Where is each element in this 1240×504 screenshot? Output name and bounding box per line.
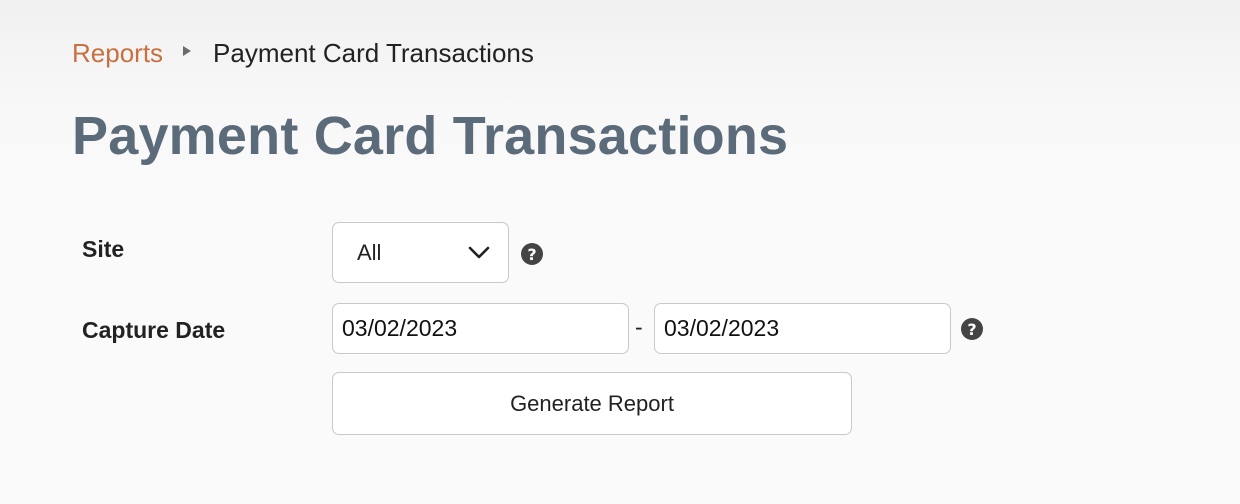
breadcrumb-reports-link[interactable]: Reports	[72, 38, 163, 69]
site-help-icon[interactable]: ?	[521, 243, 543, 265]
chevron-down-icon	[468, 246, 490, 258]
site-label: Site	[82, 236, 125, 262]
capture-date-help-icon[interactable]: ?	[961, 318, 983, 340]
capture-date-to-input[interactable]	[654, 303, 951, 354]
generate-report-button[interactable]: Generate Report	[332, 372, 852, 435]
date-range-separator: -	[635, 314, 643, 340]
capture-date-label: Capture Date	[82, 317, 226, 343]
breadcrumb: Reports Payment Card Transactions	[72, 36, 534, 70]
breadcrumb-current: Payment Card Transactions	[213, 37, 534, 68]
site-select-value: All	[357, 239, 382, 265]
page-title: Payment Card Transactions	[72, 106, 789, 166]
capture-date-from-input[interactable]	[332, 303, 629, 354]
breadcrumb-separator-icon	[183, 46, 192, 56]
site-select[interactable]: All	[332, 222, 509, 283]
